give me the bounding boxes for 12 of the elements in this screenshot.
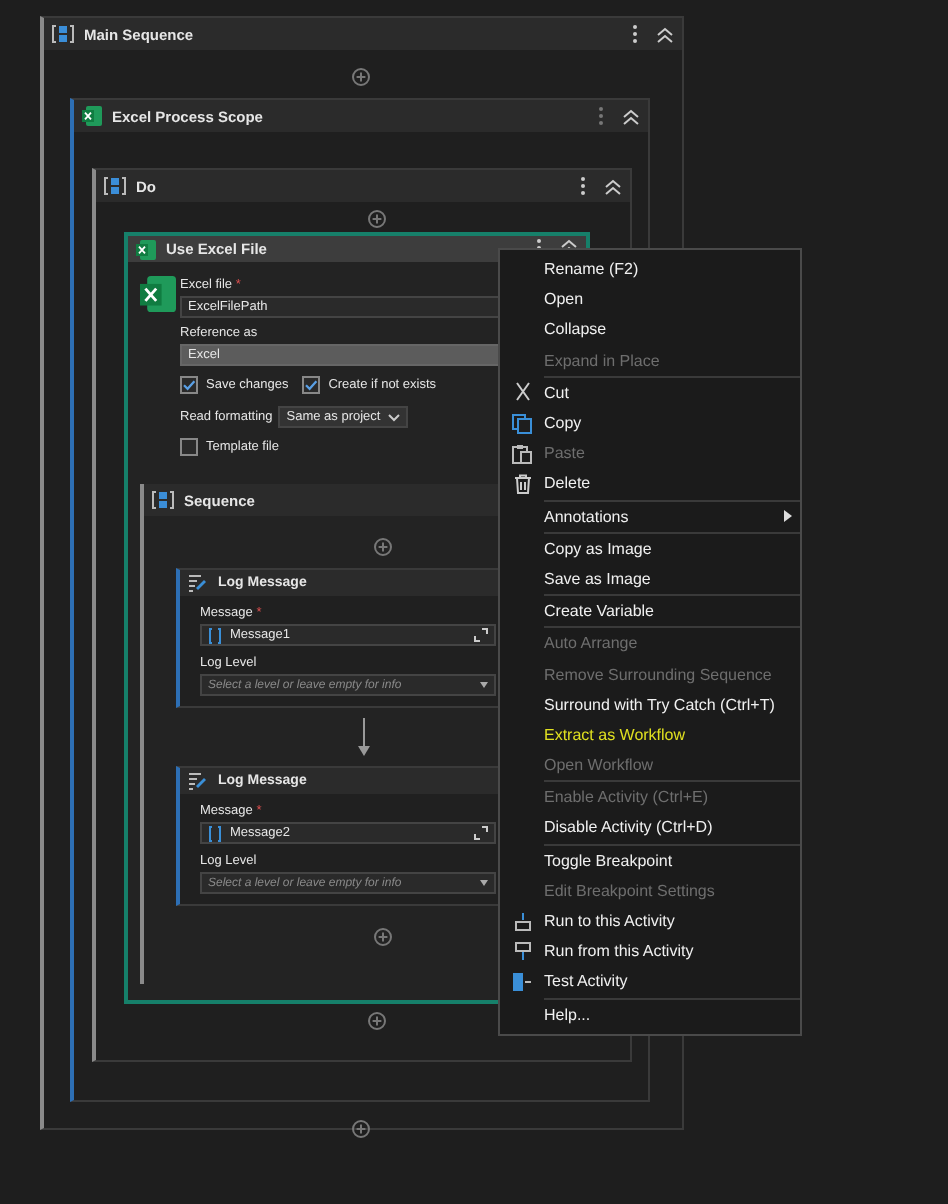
menu-item[interactable]: Run to this Activity <box>500 905 800 937</box>
menu-item[interactable]: Run from this Activity <box>500 936 800 967</box>
menu-item[interactable]: Annotations <box>500 501 800 532</box>
menu-item[interactable]: Copy <box>500 407 800 439</box>
menu-item[interactable]: Cut <box>500 377 800 408</box>
menu-item[interactable]: Delete <box>500 468 800 499</box>
menu-item[interactable]: Help... <box>500 999 800 1030</box>
menu-item[interactable]: Rename (F2) <box>500 254 800 285</box>
menu-item[interactable]: Test Activity <box>500 966 800 997</box>
menu-item[interactable]: Copy as Image <box>500 533 800 564</box>
menu-item[interactable]: Collapse <box>500 314 800 346</box>
menu-item[interactable]: Extract as Workflow <box>500 719 800 750</box>
